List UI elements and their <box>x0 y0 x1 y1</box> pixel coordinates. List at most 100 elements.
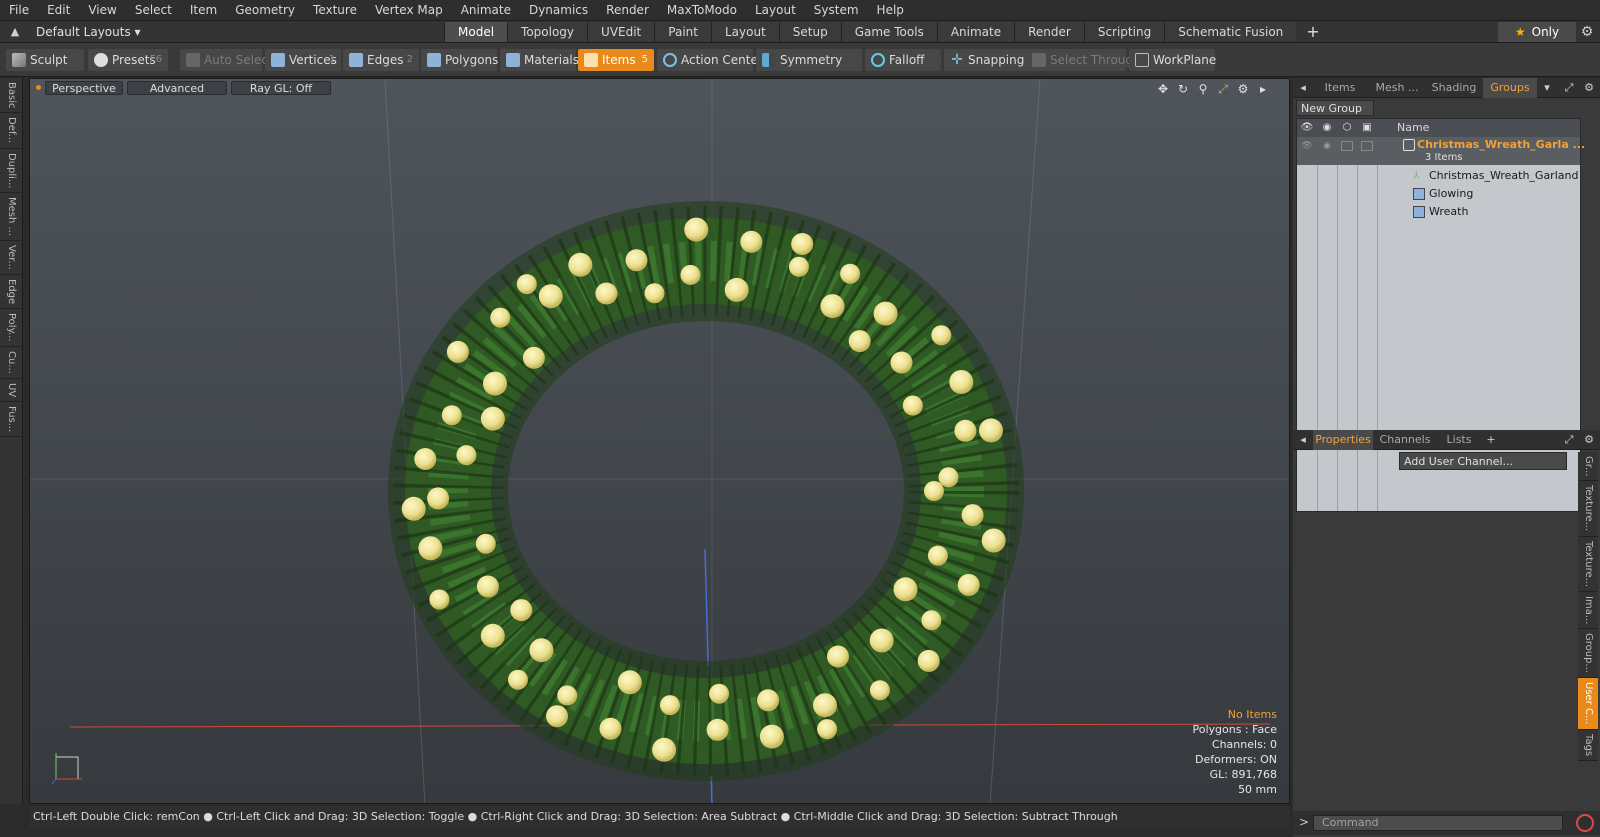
render-icon[interactable]: ◉ <box>1321 141 1333 151</box>
group-child-row[interactable]: Wreath <box>1297 203 1580 221</box>
add-layout-tab-icon[interactable]: + <box>1296 22 1329 42</box>
layout-tab-animate[interactable]: Animate <box>936 22 1015 42</box>
property-vtab[interactable]: Gr... <box>1578 452 1598 482</box>
vertices-button[interactable]: Vertices 1 <box>265 49 341 71</box>
group-name[interactable]: Christmas_Wreath_Garla ... <box>1417 138 1585 151</box>
tab-mesh[interactable]: Mesh ... <box>1369 78 1425 98</box>
layout-tab-render[interactable]: Render <box>1014 22 1084 42</box>
new-group-button[interactable]: New Group <box>1296 100 1374 116</box>
lock-header-icon[interactable]: ⬡ <box>1339 121 1355 135</box>
wreath-mesh[interactable] <box>388 201 1024 781</box>
default-layouts-dropdown[interactable]: Default Layouts ▾ <box>36 21 141 43</box>
property-vtab[interactable]: User C... <box>1578 678 1598 730</box>
left-tab[interactable]: Def... <box>0 113 23 149</box>
group-child-row[interactable]: ⅄ Christmas_Wreath_Garland <box>1297 167 1580 185</box>
child-name[interactable]: Christmas_Wreath_Garland <box>1429 169 1578 182</box>
sculpt-button[interactable]: Sculpt <box>6 49 84 71</box>
expand-panel-icon[interactable]: ⤢ <box>1561 432 1577 448</box>
menu-item-texture[interactable]: Texture <box>304 0 366 21</box>
tab-groups[interactable]: Groups <box>1483 78 1537 98</box>
menu-item-geometry[interactable]: Geometry <box>226 0 304 21</box>
visibility-header-icon[interactable]: 👁 <box>1299 121 1315 135</box>
menu-item-file[interactable]: File <box>0 0 38 21</box>
layout-tab-paint[interactable]: Paint <box>654 22 711 42</box>
property-vtab[interactable]: Ima... <box>1578 591 1598 630</box>
advanced-button[interactable]: Advanced <box>127 81 227 95</box>
left-tab[interactable]: Fus... <box>0 402 23 438</box>
panel-menu-icon[interactable]: ◂ <box>1295 80 1311 96</box>
move-view-icon[interactable]: ✥ <box>1155 81 1171 97</box>
panel-gear-icon[interactable]: ⚙ <box>1581 80 1597 96</box>
edges-button[interactable]: Edges 2 <box>343 49 419 71</box>
presets-button[interactable]: Presets F6 <box>88 49 168 71</box>
zoom-view-icon[interactable]: ⚲ <box>1195 81 1211 97</box>
layout-tab-schematic-fusion[interactable]: Schematic Fusion <box>1164 22 1297 42</box>
3d-viewport[interactable]: Perspective Advanced Ray GL: Off ✥ ↻ ⚲ ⤢… <box>29 78 1290 804</box>
panel-menu-icon[interactable]: ◂ <box>1295 432 1311 448</box>
layout-tab-scripting[interactable]: Scripting <box>1083 22 1165 42</box>
layout-tab-model[interactable]: Model <box>444 22 508 42</box>
gear-icon[interactable]: ⚙ <box>1578 23 1596 41</box>
tab-properties[interactable]: Properties <box>1313 430 1373 450</box>
tab-lists[interactable]: Lists <box>1437 430 1481 450</box>
property-vtab[interactable]: Group... <box>1578 629 1598 679</box>
layout-tab-layout[interactable]: Layout <box>710 22 779 42</box>
left-tab[interactable]: Mesh ... <box>0 193 23 242</box>
materials-button[interactable]: Materials <box>500 49 579 71</box>
property-vtab[interactable]: Texture... <box>1578 536 1598 592</box>
symmetry-button[interactable]: Symmetry <box>756 49 862 71</box>
fit-view-icon[interactable]: ⤢ <box>1215 81 1231 97</box>
items-button[interactable]: Items 5 <box>578 49 654 71</box>
menu-item-select[interactable]: Select <box>126 0 181 21</box>
left-tab[interactable]: Cu... <box>0 347 23 379</box>
left-tab[interactable]: Ver... <box>0 241 23 276</box>
action-center-button[interactable]: Action Center <box>657 49 763 71</box>
menu-item-dynamics[interactable]: Dynamics <box>520 0 597 21</box>
viewport-menu-dot[interactable] <box>36 85 41 90</box>
panel-gear-icon[interactable]: ⚙ <box>1581 432 1597 448</box>
child-name[interactable]: Glowing <box>1429 187 1473 200</box>
workplane-button[interactable]: WorkPlane <box>1129 49 1216 71</box>
scene-canvas[interactable] <box>30 79 1290 804</box>
layout-arrow-icon[interactable]: ▲ <box>8 25 22 39</box>
select-through-button[interactable]: Select Through <box>1026 49 1141 71</box>
rotate-view-icon[interactable]: ↻ <box>1175 81 1191 97</box>
viewport-settings-icon[interactable]: ⚙ <box>1235 81 1251 97</box>
falloff-button[interactable]: Falloff <box>865 49 941 71</box>
tab-channels[interactable]: Channels <box>1375 430 1435 450</box>
layout-tab-uvedit[interactable]: UVEdit <box>587 22 655 42</box>
menu-item-system[interactable]: System <box>805 0 868 21</box>
polygons-button[interactable]: Polygons <box>421 49 498 71</box>
property-vtab[interactable]: Tags <box>1578 729 1598 761</box>
eye-icon[interactable]: 👁 <box>1301 141 1313 151</box>
select-header-icon[interactable]: ▣ <box>1359 121 1375 135</box>
property-vtab[interactable]: Texture... <box>1578 481 1598 537</box>
select-checkbox[interactable] <box>1361 141 1373 151</box>
menu-item-vertex-map[interactable]: Vertex Map <box>366 0 452 21</box>
name-column-header[interactable]: Name <box>1397 119 1429 137</box>
left-tab[interactable]: Basic <box>0 78 23 114</box>
tab-shading[interactable]: Shading <box>1427 78 1481 98</box>
menu-item-item[interactable]: Item <box>181 0 226 21</box>
only-toggle[interactable]: ★ Only <box>1498 22 1576 42</box>
menu-item-animate[interactable]: Animate <box>452 0 520 21</box>
menu-item-layout[interactable]: Layout <box>746 0 805 21</box>
group-row[interactable]: 👁 ◉ Christmas_Wreath_Garla ... 3 Items <box>1297 137 1585 165</box>
tab-items[interactable]: Items <box>1313 78 1367 98</box>
raygl-button[interactable]: Ray GL: Off <box>231 81 331 95</box>
add-user-channel-button[interactable]: Add User Channel... <box>1399 452 1567 470</box>
menu-item-render[interactable]: Render <box>597 0 658 21</box>
layout-tab-game-tools[interactable]: Game Tools <box>840 22 937 42</box>
auto-select-button[interactable]: Auto Select <box>180 49 273 71</box>
layout-tab-setup[interactable]: Setup <box>778 22 841 42</box>
menu-item-view[interactable]: View <box>79 0 125 21</box>
expand-panel-icon[interactable]: ⤢ <box>1561 80 1577 96</box>
menu-item-help[interactable]: Help <box>868 0 913 21</box>
add-tab-icon[interactable]: + <box>1483 432 1499 448</box>
render-header-icon[interactable]: ◉ <box>1319 121 1335 135</box>
menu-item-maxtomodo[interactable]: MaxToModo <box>658 0 746 21</box>
lock-checkbox[interactable] <box>1341 141 1353 151</box>
left-tab[interactable]: Edge <box>0 275 23 310</box>
group-child-row[interactable]: Glowing <box>1297 185 1580 203</box>
left-tab[interactable]: Dupli... <box>0 149 23 194</box>
